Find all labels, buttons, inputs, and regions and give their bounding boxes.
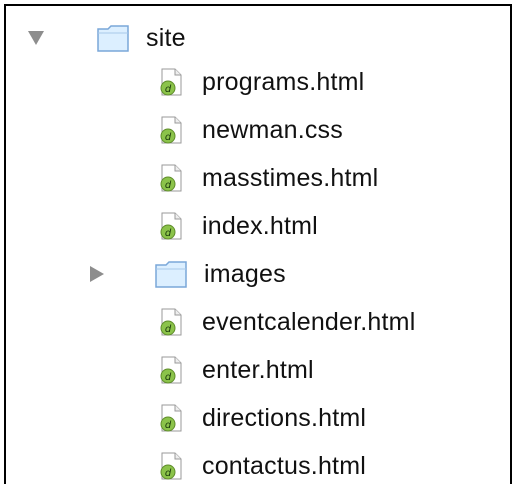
tree-row-file[interactable]: d contactus.html (158, 446, 366, 486)
tree-item-label: masstimes.html (202, 163, 379, 192)
tree-item-label: contactus.html (202, 451, 366, 480)
svg-text:d: d (165, 324, 172, 335)
dreamweaver-file-icon: d (158, 356, 184, 384)
svg-text:d: d (165, 468, 172, 479)
tree-item-label: site (146, 23, 186, 52)
file-tree-panel: site d programs.html d newman.css d mass… (4, 4, 512, 484)
disclosure-triangle-expanded-icon[interactable] (28, 31, 44, 45)
tree-row-file[interactable]: d programs.html (158, 62, 364, 102)
dreamweaver-file-icon: d (158, 212, 184, 240)
disclosure-triangle-collapsed-icon[interactable] (90, 266, 104, 282)
dreamweaver-file-icon: d (158, 308, 184, 336)
dreamweaver-file-icon: d (158, 452, 184, 480)
svg-text:d: d (165, 228, 172, 239)
svg-text:d: d (165, 180, 172, 191)
tree-row-file[interactable]: d newman.css (158, 110, 343, 150)
dreamweaver-file-icon: d (158, 116, 184, 144)
tree-row-site[interactable]: site (28, 18, 186, 58)
dreamweaver-file-icon: d (158, 404, 184, 432)
tree-row-file[interactable]: d masstimes.html (158, 158, 378, 198)
svg-text:d: d (165, 372, 172, 383)
tree-item-label: images (204, 259, 286, 288)
folder-icon (154, 259, 188, 289)
tree-item-label: directions.html (202, 403, 367, 432)
dreamweaver-file-icon: d (158, 164, 184, 192)
tree-item-label: eventcalender.html (202, 307, 416, 336)
tree-row-file[interactable]: d enter.html (158, 350, 314, 390)
svg-text:d: d (165, 132, 172, 143)
svg-text:d: d (165, 420, 172, 431)
tree-row-file[interactable]: d directions.html (158, 398, 366, 438)
tree-item-label: index.html (202, 211, 318, 240)
folder-icon (96, 23, 130, 53)
tree-item-label: newman.css (202, 115, 343, 144)
tree-row-folder-images[interactable]: images (90, 254, 286, 294)
tree-item-label: enter.html (202, 355, 314, 384)
svg-text:d: d (165, 84, 172, 95)
dreamweaver-file-icon: d (158, 68, 184, 96)
tree-row-file[interactable]: d index.html (158, 206, 318, 246)
tree-row-file[interactable]: d eventcalender.html (158, 302, 415, 342)
tree-item-label: programs.html (202, 67, 365, 96)
